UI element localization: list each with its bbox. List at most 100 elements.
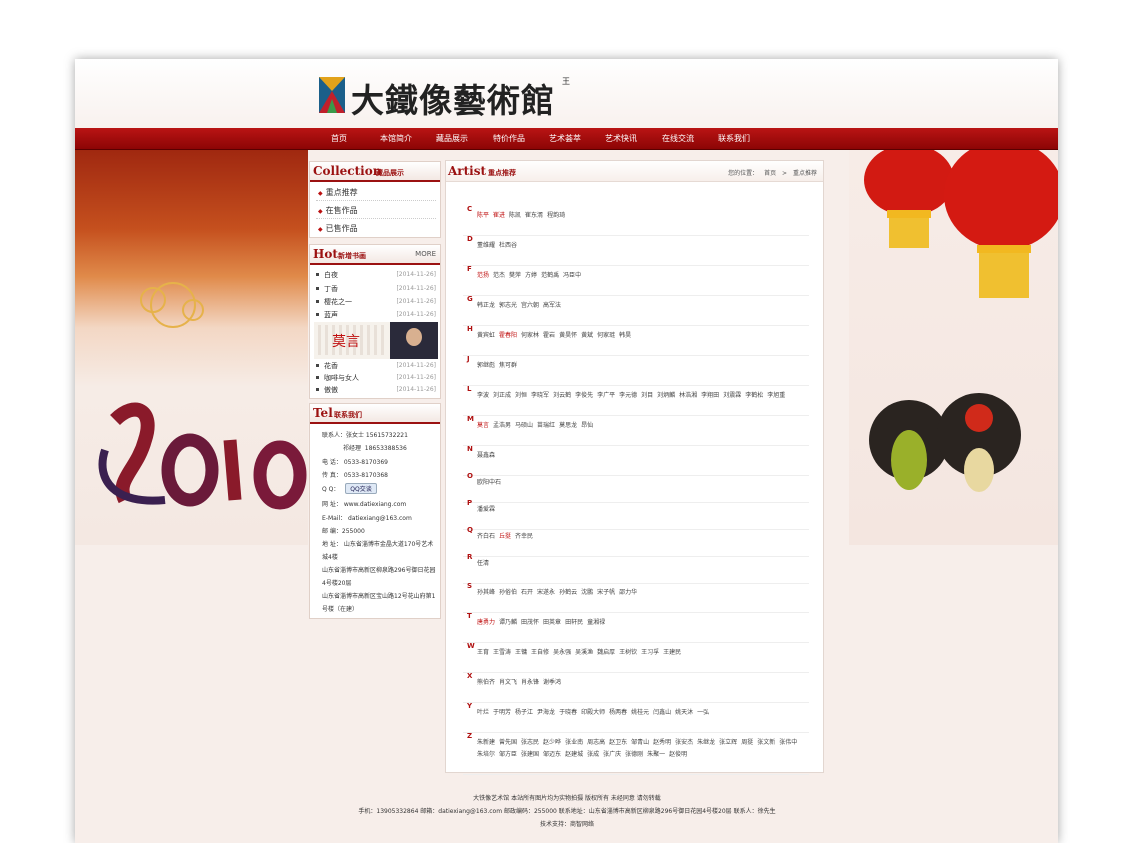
artist-link[interactable]: 张德刚 [625, 751, 643, 758]
artist-link[interactable]: 周志高 [587, 739, 605, 746]
contact-email[interactable]: E-Mail： datiexiang@163.com [322, 513, 412, 522]
hot-more-link[interactable]: MORE [415, 250, 436, 258]
artist-link[interactable]: 王育 [477, 649, 489, 656]
artist-link[interactable]: 刘云鹤 [553, 392, 571, 399]
artist-link[interactable]: 何家林 [521, 332, 539, 339]
artist-link[interactable]: 张安杰 [675, 739, 693, 746]
artist-link[interactable]: 王雪涛 [493, 649, 511, 656]
artist-link[interactable]: 赵建城 [565, 751, 583, 758]
artist-link[interactable]: 朱培尔 [477, 751, 495, 758]
hot-banner[interactable]: 莫言 [314, 322, 438, 359]
hot-item[interactable]: 咖啡与女人 [2014-11-26] [314, 372, 438, 384]
artist-link[interactable]: 闫鑫山 [653, 709, 671, 716]
artist-link[interactable]: 朱聚一 [647, 751, 665, 758]
hot-item[interactable]: 白夜 [2014-11-26] [314, 269, 438, 281]
artist-link[interactable]: 田茂怀 [521, 619, 539, 626]
artist-link[interactable]: 李鹤松 [745, 392, 763, 399]
artist-link[interactable]: 唐勇力 [477, 619, 495, 626]
artist-link[interactable]: 赵俊明 [669, 751, 687, 758]
artist-link[interactable]: 黄斌 [581, 332, 593, 339]
nav-collection[interactable]: 藏品展示 [436, 128, 468, 149]
artist-link[interactable]: 刘目 [641, 392, 653, 399]
artist-link[interactable]: 何家琏 [597, 332, 615, 339]
artist-link[interactable]: 孟浩男 [493, 422, 511, 429]
artist-link[interactable]: 张成 [587, 751, 599, 758]
artist-link[interactable]: 尹海龙 [537, 709, 555, 716]
artist-link[interactable]: 肖文飞 [499, 679, 517, 686]
artist-link[interactable]: 杨子江 [515, 709, 533, 716]
artist-link[interactable]: 冯臣中 [563, 272, 581, 279]
nav-news[interactable]: 艺术快讯 [605, 128, 637, 149]
artist-link[interactable]: 王自修 [531, 649, 549, 656]
artist-link[interactable]: 吴溪渔 [575, 649, 593, 656]
artist-link[interactable]: 宫六朝 [521, 302, 539, 309]
artist-link[interactable]: 赵秀明 [653, 739, 671, 746]
artist-link[interactable]: 张伟中 [779, 739, 797, 746]
artist-link[interactable]: 姚桂元 [631, 709, 649, 716]
artist-link[interactable]: 方婷 [525, 272, 537, 279]
artist-link[interactable]: 孙其峰 [477, 589, 495, 596]
artist-link[interactable]: 石开 [521, 589, 533, 596]
nav-home[interactable]: 首页 [331, 128, 347, 149]
artist-link[interactable]: 宋子帆 [597, 589, 615, 596]
nav-online[interactable]: 在线交流 [662, 128, 694, 149]
artist-link[interactable]: 焦可群 [499, 362, 517, 369]
artist-link[interactable]: 昂仙 [581, 422, 593, 429]
artist-link[interactable]: 张广庆 [603, 751, 621, 758]
artist-link[interactable]: 韩正龙 [477, 302, 495, 309]
artist-link[interactable]: 韩昊 [619, 332, 631, 339]
artist-link[interactable]: 邹青山 [631, 739, 649, 746]
artist-link[interactable]: 童湘禄 [587, 619, 605, 626]
artist-link[interactable]: 张志民 [521, 739, 539, 746]
artist-link[interactable]: 谭乃麟 [499, 619, 517, 626]
artist-link[interactable]: 崔进 [493, 212, 505, 219]
artist-link[interactable]: 田轩民 [565, 619, 583, 626]
hot-item[interactable]: 樱花之一 [2014-11-26] [314, 296, 438, 308]
artist-link[interactable]: 欧阳中石 [477, 479, 501, 486]
artist-link[interactable]: 赵卫东 [609, 739, 627, 746]
artist-link[interactable]: 于明芳 [493, 709, 511, 716]
artist-link[interactable]: 齐白石 [477, 533, 495, 540]
artist-link[interactable]: 杜西谷 [499, 242, 517, 249]
artist-link[interactable]: 樊萍 [509, 272, 521, 279]
artist-link[interactable]: 崔东湑 [525, 212, 543, 219]
contact-website[interactable]: 网 址： www.datiexiang.com [322, 499, 406, 508]
artist-link[interactable]: 潘爱霖 [477, 506, 495, 513]
artist-link[interactable]: 李广平 [597, 392, 615, 399]
breadcrumb-home[interactable]: 首页 [764, 170, 776, 177]
artist-link[interactable]: 黄昊怀 [559, 332, 577, 339]
artist-link[interactable]: 王建民 [663, 649, 681, 656]
artist-link[interactable]: 范杰 [493, 272, 505, 279]
artist-link[interactable]: 郭志光 [499, 302, 517, 309]
artist-link[interactable]: 丘挺 [499, 533, 511, 540]
artist-link[interactable]: 马硕山 [515, 422, 533, 429]
hot-item[interactable]: 傲傲 [2014-11-26] [314, 384, 438, 396]
artist-link[interactable]: 齐幸民 [515, 533, 533, 540]
hot-item[interactable]: 花香 [2014-11-26] [314, 360, 438, 372]
artist-link[interactable]: 霍岩 [543, 332, 555, 339]
artist-link[interactable]: 魏启厚 [597, 649, 615, 656]
artist-link[interactable]: 霍春阳 [499, 332, 517, 339]
hot-item[interactable]: 丁香 [2014-11-26] [314, 283, 438, 295]
artist-link[interactable]: 高军法 [543, 302, 561, 309]
artist-link[interactable]: 任清 [477, 560, 489, 567]
artist-link[interactable]: 黄宾虹 [477, 332, 495, 339]
artist-link[interactable]: 叶烂 [477, 709, 489, 716]
artist-link[interactable]: 范鹤禹 [541, 272, 559, 279]
artist-link[interactable]: 莫思龙 [559, 422, 577, 429]
artist-link[interactable]: 沈鹏 [581, 589, 593, 596]
artist-link[interactable]: 熊伯齐 [477, 679, 495, 686]
qq-chat-button[interactable]: QQ交谈 [345, 483, 377, 494]
artist-link[interactable]: 朱新建 [477, 739, 495, 746]
artist-link[interactable]: 李元德 [619, 392, 637, 399]
artist-link[interactable]: 郭继彪 [477, 362, 495, 369]
artist-link[interactable]: 姚天沐 [675, 709, 693, 716]
nav-contact[interactable]: 联系我们 [718, 128, 750, 149]
artist-link[interactable]: 林浩湘 [679, 392, 697, 399]
artist-link[interactable]: 陈平 [477, 212, 489, 219]
artist-link[interactable]: 曾先国 [499, 739, 517, 746]
artist-link[interactable]: 于晓春 [559, 709, 577, 716]
artist-link[interactable]: 孙俗伯 [499, 589, 517, 596]
collection-item-featured[interactable]: ◆ 重点推荐 [318, 187, 358, 198]
artist-link[interactable]: 朱继龙 [697, 739, 715, 746]
